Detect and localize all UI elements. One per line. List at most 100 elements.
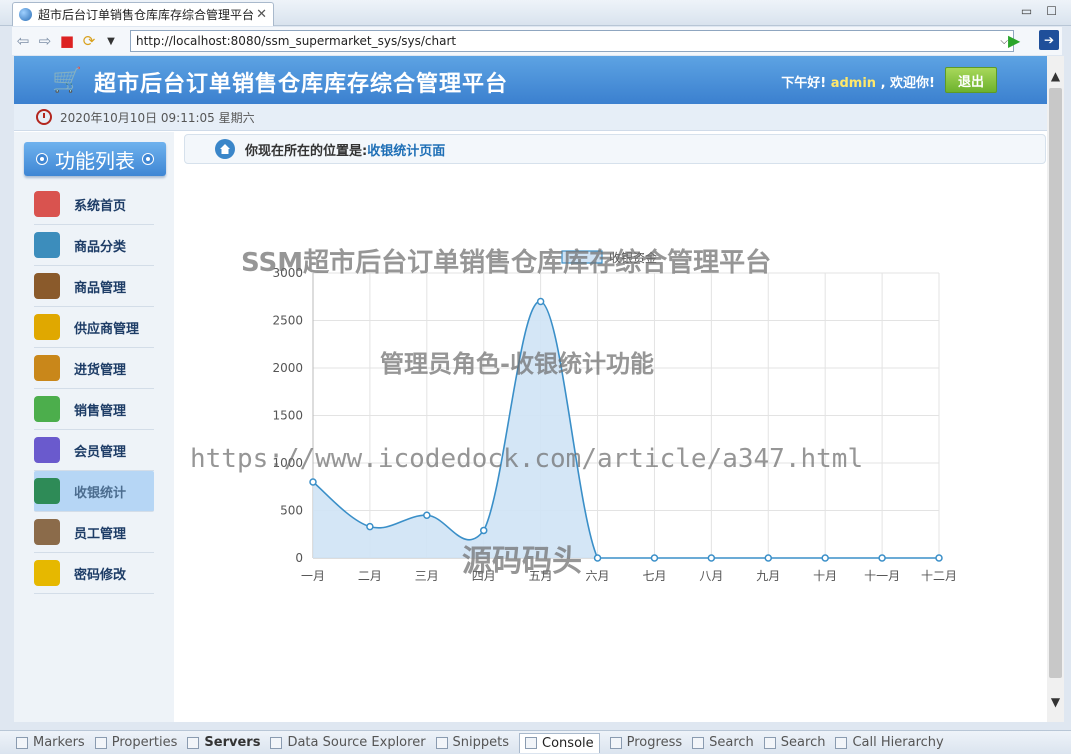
x-tick-label: 十一月 <box>864 569 900 583</box>
x-tick-label: 六月 <box>586 569 610 583</box>
view-tab-label: Data Source Explorer <box>287 735 426 750</box>
view-tab-label: Console <box>542 735 594 751</box>
shopping-cart-icon: 🛒 <box>52 66 82 94</box>
menu-item-icon <box>34 396 60 422</box>
watermark-url: https://www.icodedock.com/article/a347.h… <box>190 444 864 474</box>
data-point <box>309 478 317 486</box>
watermark-role: 管理员角色-收银统计功能 <box>380 350 654 378</box>
globe-icon <box>19 8 32 21</box>
minimize-icon[interactable]: ▭ <box>1021 4 1032 18</box>
view-tab-icon <box>270 736 283 749</box>
sidebar-item-label: 收银统计 <box>74 485 127 501</box>
sidebar-item[interactable]: 系统首页 <box>34 184 154 225</box>
sidebar-item-label: 会员管理 <box>74 444 127 460</box>
data-point <box>423 511 431 519</box>
url-text: http://localhost:8080/ssm_supermarket_sy… <box>136 34 457 48</box>
view-tab-icon <box>187 736 200 749</box>
sidebar-item[interactable]: 收银统计 <box>34 471 154 512</box>
scroll-thumb[interactable] <box>1049 88 1062 678</box>
stop-icon[interactable]: ■ <box>56 32 78 50</box>
y-tick-label: 1500 <box>272 409 303 423</box>
go-icon[interactable]: ▶ <box>1008 31 1020 50</box>
view-tab-label: Call Hierarchy <box>852 735 944 750</box>
menu-item-icon <box>34 437 60 463</box>
app-header: 🛒 超市后台订单销售仓库库存综合管理平台 下午好! admin , 欢迎你! 退… <box>14 56 1047 104</box>
sidebar-item[interactable]: 进货管理 <box>34 348 154 389</box>
view-tab-label: Markers <box>33 735 85 750</box>
view-tab-icon <box>835 736 848 749</box>
view-tab-label: Servers <box>204 735 261 750</box>
browser-toolbar: ⇦ ⇨ ■ ⟳ ▼ http://localhost:8080/ssm_supe… <box>12 27 1062 55</box>
sidebar-item[interactable]: 员工管理 <box>34 512 154 553</box>
x-tick-label: 九月 <box>756 569 780 583</box>
sidebar: 功能列表 系统首页 商品分类商品管理供应商管理 进货管理 销售管理会员管理收银统计员工… <box>14 132 174 722</box>
main-content: 你现在所在的位置是: 收银统计页面 0 500 1000 1500 2000 2500 30… <box>174 132 1047 722</box>
sidebar-item-label: 员工管理 <box>74 526 127 542</box>
menu-item-icon <box>34 232 60 258</box>
sidebar-item-label: 商品管理 <box>74 280 127 296</box>
data-point <box>821 554 829 562</box>
chevron-down-icon[interactable]: ⌵ <box>1000 36 1008 47</box>
username: admin <box>830 76 877 91</box>
sidebar-item[interactable]: 商品分类 <box>34 225 154 266</box>
app-title: 超市后台订单销售仓库库存综合管理平台 <box>94 72 509 97</box>
sidebar-item[interactable]: 供应商管理 <box>34 307 154 348</box>
menu-item-icon <box>34 355 60 381</box>
watermark-title: SSM超市后台订单销售仓库库存综合管理平台 <box>241 248 772 278</box>
view-tab-icon <box>692 736 705 749</box>
view-tab[interactable]: Properties <box>94 735 178 750</box>
view-tab[interactable]: Data Source Explorer <box>270 735 426 750</box>
menu-item-icon <box>34 519 60 545</box>
view-tab[interactable]: Snippets <box>435 735 509 750</box>
view-tab[interactable]: Progress <box>609 735 683 750</box>
view-tab[interactable]: Search <box>763 735 825 750</box>
refresh-icon[interactable]: ⟳ <box>78 32 100 50</box>
view-tab-label: Properties <box>111 735 178 750</box>
y-tick-label: 2000 <box>272 361 303 375</box>
x-tick-label: 十月 <box>813 569 837 583</box>
x-tick-label: 七月 <box>642 569 666 583</box>
view-tab-icon <box>435 736 448 749</box>
data-point <box>479 526 488 535</box>
view-tab[interactable]: Markers <box>16 735 85 750</box>
x-tick-label: 十二月 <box>921 569 957 583</box>
menu-item-icon <box>34 191 60 217</box>
scroll-down-icon[interactable]: ▼ <box>1047 692 1064 712</box>
sidebar-item[interactable]: 商品管理 <box>34 266 154 307</box>
forward-icon[interactable]: ⇨ <box>34 32 56 50</box>
scroll-up-icon[interactable]: ▲ <box>1047 66 1064 86</box>
sidebar-item[interactable]: 销售管理 <box>34 389 154 430</box>
greeting: 下午好! admin , 欢迎你! <box>781 72 935 91</box>
close-icon[interactable]: ✕ <box>256 7 267 22</box>
chevron-down-icon[interactable]: ▼ <box>100 36 122 47</box>
view-tab-label: Search <box>709 735 754 750</box>
view-tab[interactable]: Search <box>692 735 754 750</box>
sidebar-item[interactable]: 密码修改 <box>34 553 154 594</box>
browser-tab[interactable]: 超市后台订单销售仓库库存综合管理平台 ✕ <box>12 2 274 26</box>
data-point <box>593 554 602 562</box>
bullet-icon <box>37 154 47 164</box>
maximize-icon[interactable]: ☐ <box>1046 4 1057 18</box>
data-point <box>366 522 374 531</box>
sidebar-item[interactable]: 会员管理 <box>34 430 154 471</box>
view-tab-icon <box>94 736 107 749</box>
browser-tab-title: 超市后台订单销售仓库库存综合管理平台 <box>38 8 255 22</box>
data-point <box>707 554 716 562</box>
logout-button[interactable]: 退出 <box>945 67 997 93</box>
data-point <box>878 554 886 562</box>
url-input[interactable]: http://localhost:8080/ssm_supermarket_sy… <box>130 30 1014 52</box>
view-tab-icon <box>609 736 622 749</box>
view-tab[interactable]: Call Hierarchy <box>835 735 944 750</box>
menu-item-icon <box>34 478 60 504</box>
x-tick-label: 八月 <box>699 569 723 583</box>
menu-heading-label: 功能列表 <box>55 148 135 173</box>
view-tab-label: Progress <box>626 735 683 750</box>
vertical-scrollbar[interactable]: ▲ ▼ <box>1047 56 1064 722</box>
menu-item-icon <box>34 314 60 340</box>
back-icon[interactable]: ⇦ <box>12 32 34 50</box>
view-tab[interactable]: Servers <box>187 735 260 750</box>
view-tab[interactable]: Console <box>519 732 600 753</box>
series-line <box>312 300 939 559</box>
y-tick-label: 2500 <box>272 314 303 328</box>
external-browser-icon[interactable]: ➔ <box>1039 30 1059 50</box>
